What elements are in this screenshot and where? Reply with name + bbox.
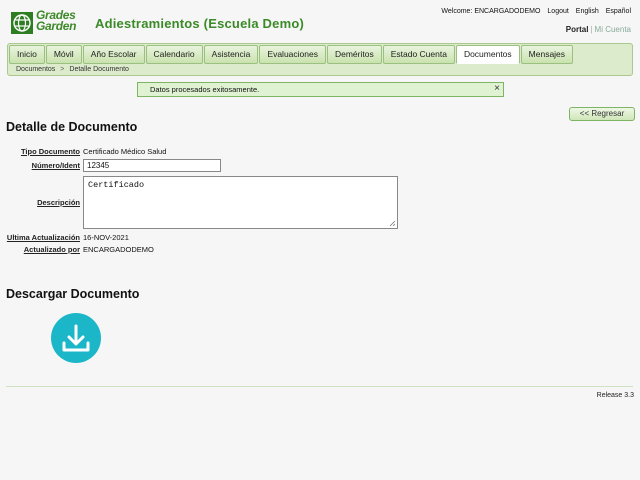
grades-garden-logo[interactable]: Grades Garden [11, 9, 83, 36]
english-link[interactable]: English [576, 8, 599, 15]
descripcion-text: Certificado [88, 180, 145, 190]
numero-ident-label: Número/Ident [31, 161, 80, 170]
descripcion-textarea[interactable]: Certificado [83, 176, 398, 229]
success-message: Datos procesados exitosamente. × [137, 82, 504, 97]
tab-movil[interactable]: Móvil [45, 45, 82, 64]
tab-demeritos[interactable]: Deméritos [326, 45, 382, 64]
nav-tabs: Inicio Móvil Año Escolar Calendario Asis… [9, 45, 574, 64]
ultima-actualizacion-value: 16-NOV-2021 [83, 233, 129, 242]
close-icon[interactable]: × [494, 83, 500, 95]
breadcrumb: Documentos > Detalle Documento [16, 66, 129, 73]
tab-ano-escolar[interactable]: Año Escolar [82, 45, 145, 64]
portal-links: Portal | Mi Cuenta [566, 25, 631, 34]
app-title: Adiestramientos (Escuela Demo) [95, 16, 305, 31]
tab-evaluaciones[interactable]: Evaluaciones [259, 45, 326, 64]
tab-mensajes[interactable]: Mensajes [520, 45, 574, 64]
success-message-text: Datos procesados exitosamente. [150, 85, 260, 94]
download-button[interactable] [51, 313, 101, 363]
actualizado-por-label: Actualizado por [23, 245, 80, 254]
detail-title: Detalle de Documento [6, 120, 138, 134]
download-icon [62, 324, 90, 352]
tab-documentos[interactable]: Documentos [455, 45, 520, 64]
release-text: Release 3.3 [596, 392, 634, 399]
download-title: Descargar Documento [6, 287, 140, 301]
descripcion-label: Descripción [37, 198, 80, 207]
logo-text: Grades Garden [36, 9, 77, 33]
portal-separator: | [590, 25, 593, 34]
tab-estado-cuenta[interactable]: Estado Cuenta [382, 45, 455, 64]
main-navigation: Inicio Móvil Año Escolar Calendario Asis… [7, 43, 633, 76]
espanol-link[interactable]: Español [606, 8, 631, 15]
welcome-text: Welcome: ENCARGADODEMO [441, 8, 541, 15]
tab-calendario[interactable]: Calendario [145, 45, 203, 64]
logo-line2: Garden [36, 19, 77, 33]
globe-icon [11, 12, 33, 34]
mi-cuenta-link[interactable]: Mi Cuenta [595, 25, 631, 34]
numero-ident-field[interactable]: 12345 [83, 159, 221, 172]
breadcrumb-separator: > [60, 66, 65, 73]
tab-inicio[interactable]: Inicio [9, 45, 45, 64]
breadcrumb-documentos[interactable]: Documentos [16, 66, 55, 73]
breadcrumb-current: Detalle Documento [69, 66, 129, 73]
tab-asistencia[interactable]: Asistencia [203, 45, 259, 64]
resize-grip-icon[interactable] [389, 220, 396, 227]
actualizado-por-value: ENCARGADODEMO [83, 245, 154, 254]
top-bar: Welcome: ENCARGADODEMO Logout English Es… [436, 8, 631, 15]
tipo-documento-label: Tipo Documento [20, 147, 80, 156]
tipo-documento-value: Certificado Médico Salud [83, 147, 167, 156]
ultima-actualizacion-label: Ultima Actualización [6, 233, 80, 242]
portal-link[interactable]: Portal [566, 25, 589, 34]
back-button[interactable]: << Regresar [569, 107, 635, 121]
footer-divider [6, 386, 633, 387]
logout-link[interactable]: Logout [547, 8, 568, 15]
